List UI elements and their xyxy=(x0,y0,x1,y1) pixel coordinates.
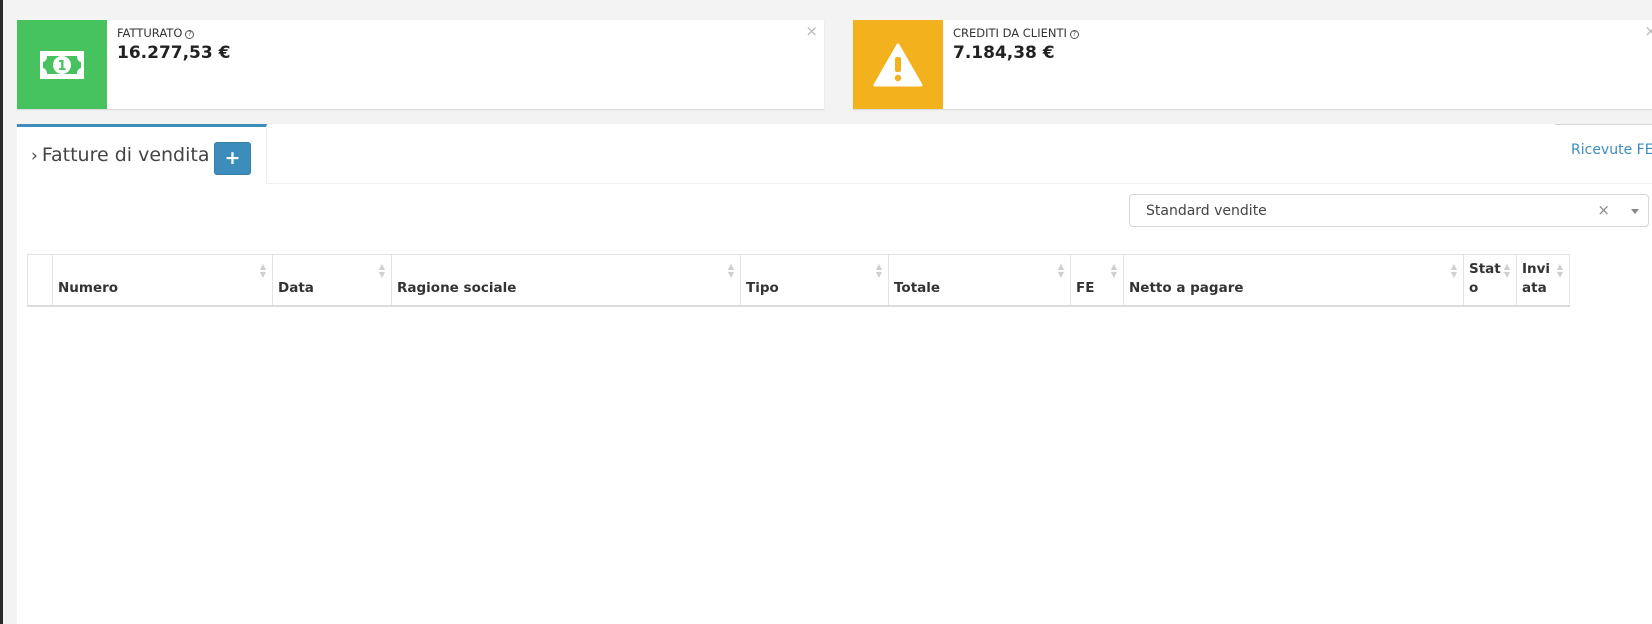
column-header-fe[interactable]: FE ▲ ▼ xyxy=(1070,254,1124,307)
info-label-crediti: CREDITI DA CLIENTI xyxy=(953,26,1067,40)
column-header-totale[interactable]: Totale ▲ ▼ xyxy=(888,254,1071,307)
sort-icon: ▲ ▼ xyxy=(1110,262,1117,279)
column-header-netto-a-pagare[interactable]: Netto a pagare ▲ ▼ xyxy=(1123,254,1464,307)
tabs-row: › Fatture di vendita + Ricevute FE xyxy=(17,124,1652,184)
invoices-panel: › Fatture di vendita + Ricevute FE Standa… xyxy=(17,124,1652,624)
warning-icon xyxy=(853,20,943,109)
info-box-fatturato: 1 FATTURATO? 16.277,53 € × xyxy=(17,20,824,109)
sort-icon: ▲ ▼ xyxy=(727,262,734,279)
tab-title: Fatture di vendita xyxy=(41,144,210,166)
clear-icon[interactable]: × xyxy=(1597,201,1610,219)
column-header-ragione-sociale[interactable]: Ragione sociale ▲ ▼ xyxy=(391,254,741,307)
help-icon[interactable]: ? xyxy=(1069,30,1079,39)
tab-ricevute-fe[interactable]: Ricevute FE xyxy=(1555,124,1652,184)
chevron-right-icon: › xyxy=(31,146,38,166)
column-header-tipo[interactable]: Tipo ▲ ▼ xyxy=(740,254,889,307)
view-select-value: Standard vendite xyxy=(1146,203,1267,219)
column-header-stato[interactable]: Stat o ▲ ▼ xyxy=(1463,254,1517,307)
help-icon[interactable]: ? xyxy=(185,30,195,39)
info-value-crediti: 7.184,38 € xyxy=(953,43,1055,63)
sort-icon: ▲ ▼ xyxy=(1556,262,1563,279)
add-invoice-button[interactable]: + xyxy=(214,142,251,175)
close-icon[interactable]: × xyxy=(805,22,818,40)
tab-fatture-di-vendita[interactable]: › Fatture di vendita + xyxy=(17,124,267,184)
sort-icon: ▲ ▼ xyxy=(875,262,882,279)
ricevute-fe-link[interactable]: Ricevute FE xyxy=(1571,142,1652,158)
invoices-table: Numero ▲ ▼ Data ▲ ▼ Ragione sociale ▲ ▼ Tipo ▲ ▼… xyxy=(27,254,1570,307)
sort-icon: ▲ ▼ xyxy=(259,262,266,279)
chevron-down-icon[interactable] xyxy=(1631,209,1639,214)
info-value-fatturato: 16.277,53 € xyxy=(117,43,231,63)
page: 1 FATTURATO? 16.277,53 € × CREDITI DA CL… xyxy=(0,0,1652,624)
sort-icon: ▲ ▼ xyxy=(1503,262,1510,279)
column-header-select[interactable] xyxy=(27,254,53,307)
column-header-data[interactable]: Data ▲ ▼ xyxy=(272,254,392,307)
info-label-fatturato: FATTURATO xyxy=(117,26,183,40)
close-icon[interactable]: × xyxy=(1644,22,1652,40)
sort-icon: ▲ ▼ xyxy=(1057,262,1064,279)
view-select[interactable]: Standard vendite × xyxy=(1129,194,1649,227)
money-bill-icon: 1 xyxy=(17,20,107,109)
sort-icon: ▲ ▼ xyxy=(1450,262,1457,279)
column-header-inviata[interactable]: Invi ata ▲ ▼ xyxy=(1516,254,1570,307)
sort-icon: ▲ ▼ xyxy=(378,262,385,279)
column-header-numero[interactable]: Numero ▲ ▼ xyxy=(52,254,273,307)
info-box-crediti: CREDITI DA CLIENTI? 7.184,38 € × xyxy=(853,20,1652,109)
table-header-row: Numero ▲ ▼ Data ▲ ▼ Ragione sociale ▲ ▼ Tipo ▲ ▼… xyxy=(27,254,1570,307)
svg-text:1: 1 xyxy=(57,59,66,74)
left-edge-bar xyxy=(0,0,3,624)
